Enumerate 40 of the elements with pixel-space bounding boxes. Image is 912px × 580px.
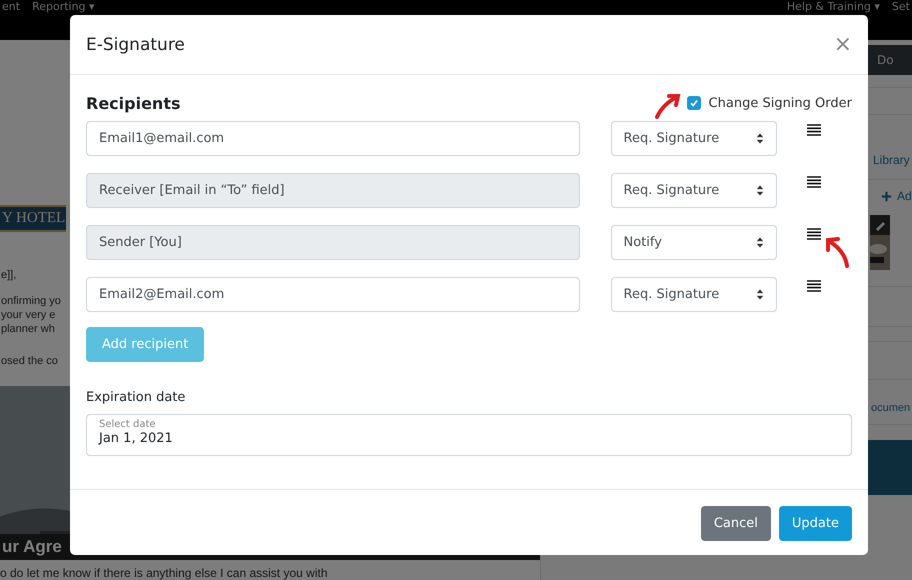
plus-icon[interactable]: [881, 190, 892, 202]
dialog-button[interactable]: Cancel: [700, 506, 771, 541]
checkbox-label[interactable]: Change Signing Order: [708, 96, 852, 110]
document-text: e]],: [1, 268, 16, 282]
role-select[interactable]: Req. Signature: [610, 121, 777, 156]
nav-link[interactable]: Help & Training ▾: [786, 0, 880, 14]
role-select[interactable]: Req. Signature: [610, 173, 777, 208]
section-title: Recipients: [86, 94, 180, 112]
role-select[interactable]: Req. Signature: [610, 277, 777, 312]
hotel-logo: Y HOTEL: [0, 205, 66, 232]
nav-link[interactable]: Set: [892, 0, 910, 14]
select-arrows-icon: [756, 237, 764, 248]
modal-title: E-Signature: [86, 34, 185, 54]
field-label: Expiration date: [86, 390, 186, 405]
add-link[interactable]: Ad: [897, 189, 912, 203]
document-text: osed the co: [1, 354, 58, 368]
role-select[interactable]: Notify: [610, 225, 777, 260]
select-arrows-icon: [756, 289, 764, 300]
recipient-field[interactable]: Email2@Email.com: [86, 277, 580, 312]
dialog-button[interactable]: Update: [778, 506, 852, 541]
checkbox[interactable]: [686, 96, 701, 110]
drag-handle-icon[interactable]: [807, 176, 822, 188]
check-icon: [688, 97, 700, 109]
select-arrows-icon: [756, 133, 764, 144]
document-text: your very e: [1, 308, 56, 322]
recipient-field[interactable]: Receiver [Email in “To” field]: [86, 173, 580, 208]
nav-link[interactable]: ent: [2, 0, 20, 14]
documents-link[interactable]: ocumen: [871, 402, 910, 414]
drag-handle-icon[interactable]: [807, 228, 822, 240]
nav-link[interactable]: Reporting ▾: [32, 0, 95, 14]
date-field[interactable]: Select date Jan 1, 2021: [86, 414, 852, 456]
recipient-field[interactable]: Email1@email.com: [86, 121, 580, 156]
library-link[interactable]: Library: [873, 153, 910, 167]
select-arrows-icon: [756, 185, 764, 196]
document-text: o do let me know if there is anything else I can assist you with: [0, 565, 328, 580]
drag-handle-icon[interactable]: [807, 124, 822, 136]
drag-handle-icon[interactable]: [807, 280, 822, 292]
document-text: onfirming yo: [1, 294, 61, 308]
recipient-field[interactable]: Sender [You]: [86, 225, 580, 260]
document-text: planner wh: [1, 322, 55, 336]
